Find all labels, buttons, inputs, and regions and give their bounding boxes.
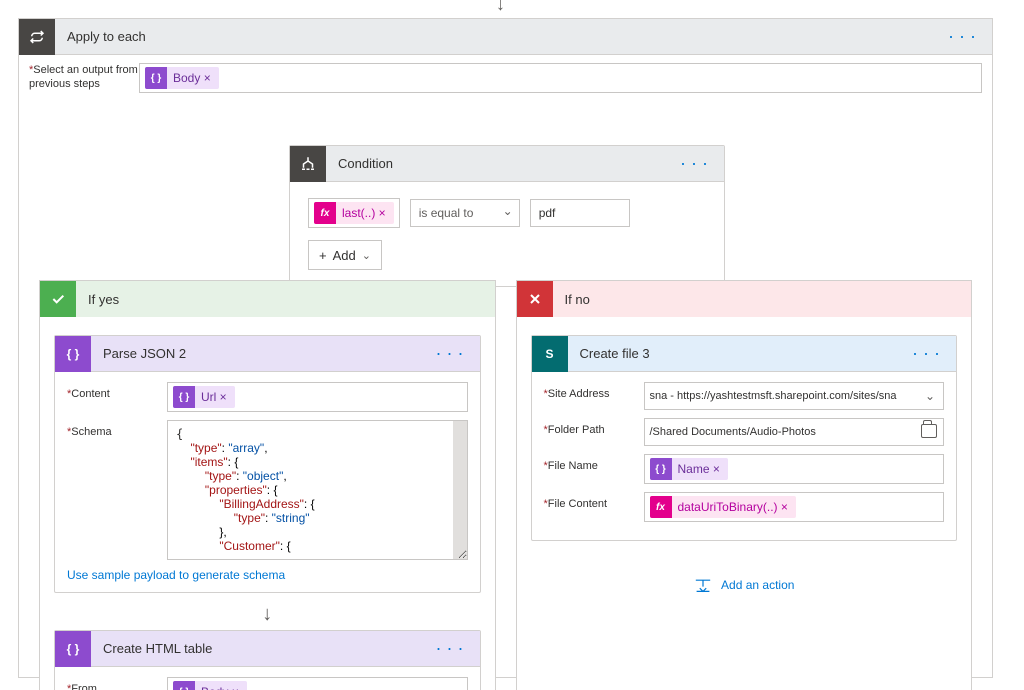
url-token[interactable]: { } Url × xyxy=(173,386,235,408)
if-no-label: If no xyxy=(565,292,590,307)
create-html-table-menu-button[interactable]: · · · xyxy=(420,646,480,651)
condition-header[interactable]: Condition · · · xyxy=(290,146,724,182)
expression-token[interactable]: fx last(..) × xyxy=(314,202,394,224)
chevron-down-icon: ⌄ xyxy=(362,249,371,262)
if-yes-header[interactable]: If yes xyxy=(40,281,495,317)
file-content-input[interactable]: fx dataUriToBinary(..) × xyxy=(644,492,945,522)
if-yes-label: If yes xyxy=(88,292,119,307)
sharepoint-icon: S xyxy=(532,336,568,372)
fx-icon: fx xyxy=(314,202,336,224)
create-html-table-card: { } Create HTML table · · · *From xyxy=(54,630,481,690)
folder-path-label: *Folder Path xyxy=(544,418,644,436)
create-html-table-title: Create HTML table xyxy=(103,641,420,656)
content-label: *Content xyxy=(67,382,167,400)
apply-to-each-title: Apply to each xyxy=(67,29,932,44)
close-icon xyxy=(517,281,553,317)
file-name-input[interactable]: { } Name × xyxy=(644,454,945,484)
apply-to-each-header[interactable]: Apply to each · · · xyxy=(19,19,992,55)
dynamic-content-icon: { } xyxy=(173,681,195,690)
condition-card: Condition · · · fx last(..) × is equal t… xyxy=(289,145,725,287)
parse-json-title: Parse JSON 2 xyxy=(103,346,420,361)
if-no-branch: If no S Create file 3 · · · *Site Ad xyxy=(516,280,973,690)
condition-left-input[interactable]: fx last(..) × xyxy=(308,198,400,228)
file-content-label: *File Content xyxy=(544,492,644,510)
add-action-button[interactable]: Add an action xyxy=(693,577,794,593)
create-html-table-header[interactable]: { } Create HTML table · · · xyxy=(55,631,480,667)
create-file-header[interactable]: S Create file 3 · · · xyxy=(532,336,957,372)
data-operations-icon: { } xyxy=(55,336,91,372)
flow-arrow-icon: ↓ xyxy=(262,603,272,626)
create-file-card: S Create file 3 · · · *Site Address sna … xyxy=(531,335,958,541)
from-label: *From xyxy=(67,677,167,690)
condition-operator-dropdown[interactable]: is equal to xyxy=(410,199,520,227)
create-file-menu-button[interactable]: · · · xyxy=(896,351,956,356)
if-no-header[interactable]: If no xyxy=(517,281,972,317)
parse-json-header[interactable]: { } Parse JSON 2 · · · xyxy=(55,336,480,372)
flow-arrow-icon: ↓ xyxy=(496,0,505,15)
chevron-down-icon: ⌄ xyxy=(925,389,935,403)
schema-label: *Schema xyxy=(67,420,167,438)
condition-value-input[interactable]: pdf xyxy=(530,199,630,227)
site-address-label: *Site Address xyxy=(544,382,644,400)
schema-textarea[interactable]: { "type": "array", "items": { "type": "o… xyxy=(167,420,468,560)
add-condition-button[interactable]: + Add ⌄ xyxy=(308,240,382,270)
generate-schema-link[interactable]: Use sample payload to generate schema xyxy=(67,568,468,582)
if-yes-branch: If yes { } Parse JSON 2 · · · xyxy=(39,280,496,690)
plus-icon: + xyxy=(319,248,327,263)
dynamic-content-icon: { } xyxy=(650,458,672,480)
name-token[interactable]: { } Name × xyxy=(650,458,728,480)
create-file-title: Create file 3 xyxy=(580,346,897,361)
dynamic-content-icon: { } xyxy=(173,386,195,408)
previous-output-input[interactable]: { } Body × xyxy=(139,63,982,93)
expression-token[interactable]: fx dataUriToBinary(..) × xyxy=(650,496,796,518)
condition-title: Condition xyxy=(338,156,664,171)
body-token[interactable]: { } Body × xyxy=(173,681,247,690)
dynamic-content-icon: { } xyxy=(145,67,167,89)
parse-json-menu-button[interactable]: · · · xyxy=(420,351,480,356)
data-operations-icon: { } xyxy=(55,631,91,667)
body-token[interactable]: { } Body × xyxy=(145,67,219,89)
content-input[interactable]: { } Url × xyxy=(167,382,468,412)
previous-output-label: *Select an output from previous steps xyxy=(29,63,139,91)
folder-picker-icon[interactable] xyxy=(921,424,937,438)
apply-to-each-menu-button[interactable]: · · · xyxy=(932,34,992,39)
site-address-dropdown[interactable]: sna - https://yashtestmsft.sharepoint.co… xyxy=(644,382,945,410)
from-input[interactable]: { } Body × xyxy=(167,677,468,690)
folder-path-input[interactable]: /Shared Documents/Audio-Photos xyxy=(644,418,945,446)
apply-to-each-card: Apply to each · · · *Select an output fr… xyxy=(18,18,993,678)
file-name-label: *File Name xyxy=(544,454,644,472)
parse-json-card: { } Parse JSON 2 · · · *Content xyxy=(54,335,481,593)
condition-menu-button[interactable]: · · · xyxy=(664,161,724,166)
loop-icon xyxy=(19,19,55,55)
check-icon xyxy=(40,281,76,317)
condition-icon xyxy=(290,146,326,182)
add-step-icon xyxy=(693,577,713,593)
fx-icon: fx xyxy=(650,496,672,518)
